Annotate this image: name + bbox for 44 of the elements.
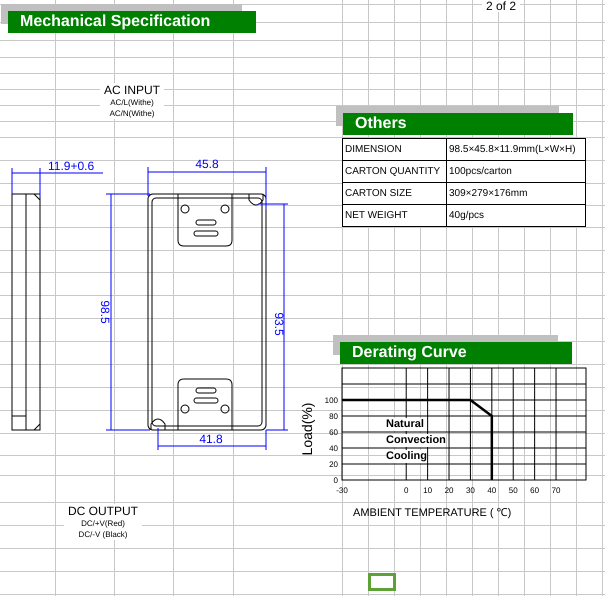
connector-label: DC/+V(Red)	[81, 518, 125, 529]
connector-title: DC OUTPUT	[68, 504, 138, 518]
chart-annotation: Natural	[386, 418, 424, 430]
tick-label: 20	[444, 486, 454, 495]
section-header: Others	[343, 113, 573, 135]
tick-label: 70	[552, 486, 560, 495]
table-cell: CARTON QUANTITY	[342, 160, 446, 182]
tick-label: 30	[466, 486, 475, 495]
dimension-label: 93.5	[272, 312, 286, 336]
table-cell: NET WEIGHT	[342, 204, 446, 226]
dimension-label: 45.8	[195, 157, 219, 171]
tick-label: 60	[530, 486, 540, 495]
connector-label: AC/N(Withe)	[110, 108, 154, 119]
table-cell: DIMENSION	[342, 138, 446, 160]
tick-label: 40	[487, 486, 496, 495]
table-cell: 100pcs/carton	[446, 160, 586, 182]
tick-label: -30	[336, 486, 348, 495]
dimension-label: 98.5	[98, 300, 112, 324]
page-indicator: 2 of 2	[482, 0, 520, 12]
connector-label: AC/L(Withe)	[110, 97, 154, 108]
axis-title: Load(%)	[299, 402, 315, 456]
cell-cursor	[368, 573, 396, 591]
section-header: Derating Curve	[340, 342, 572, 364]
table-cell: CARTON SIZE	[342, 182, 446, 204]
chart-annotation: Cooling	[386, 450, 427, 462]
dimension-label: 41.8	[199, 432, 223, 446]
section-header: Mechanical Specification	[8, 11, 256, 33]
tick-label: 20	[329, 460, 338, 469]
tick-label: 0	[404, 486, 408, 495]
chart-annotation: Convection	[386, 434, 446, 446]
tick-label: 100	[324, 396, 338, 405]
table-cell: 309×279×176mm	[446, 182, 586, 204]
tick-label: 80	[329, 412, 338, 421]
tick-label: 50	[508, 486, 518, 495]
tick-label: 60	[329, 428, 338, 437]
tick-label: 0	[334, 476, 338, 485]
axis-title: AMBIENT TEMPERATURE ( ℃)	[353, 506, 512, 521]
table-cell: 40g/pcs	[446, 204, 586, 226]
connector-title: AC INPUT	[104, 83, 160, 97]
table-cell: 98.5×45.8×11.9mm(L×W×H)	[446, 138, 586, 160]
tick-label: 40	[329, 444, 338, 453]
tick-label: 10	[423, 486, 432, 495]
connector-label: DC/-V (Black)	[78, 529, 128, 540]
dimension-label: 11.9+0.6	[48, 159, 94, 173]
